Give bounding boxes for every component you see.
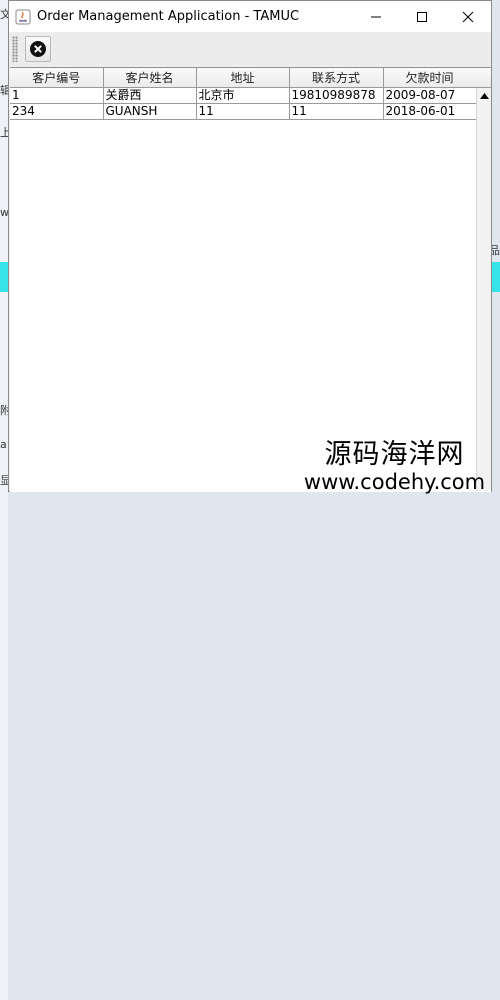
title-bar[interactable]: Order Management Application - TAMUC — [9, 1, 491, 32]
window-title: Order Management Application - TAMUC — [37, 9, 300, 24]
table-header-row: 客户编号 客户姓名 地址 联系方式 欠款时间 — [10, 68, 477, 88]
watermark: 源码海洋网 www.codehy.com — [292, 439, 497, 495]
maximize-icon — [417, 11, 427, 22]
table-cell[interactable]: 19810989878 — [289, 87, 384, 104]
table-cell[interactable]: 2018-06-01 — [383, 103, 477, 120]
column-header-customer-id[interactable]: 客户编号 — [10, 68, 104, 88]
customer-table-scrollpane: 客户编号 客户姓名 地址 联系方式 欠款时间 1 关爵西 北京市 1981098… — [10, 67, 491, 492]
table-cell[interactable]: 1 — [10, 87, 104, 104]
background-text-fragment: a — [0, 438, 7, 451]
background-highlight-right — [492, 262, 500, 292]
toolbar-close-button[interactable] — [25, 36, 51, 62]
toolbar-drag-handle[interactable] — [12, 36, 18, 62]
toolbar — [9, 32, 491, 66]
table-header-corner — [476, 68, 491, 88]
watermark-url: www.codehy.com — [303, 470, 486, 494]
column-header-debt-date[interactable]: 欠款时间 — [383, 68, 477, 88]
vertical-scrollbar[interactable] — [476, 88, 491, 491]
table-cell[interactable]: 北京市 — [196, 87, 290, 104]
background-highlight-left — [0, 262, 8, 292]
minimize-icon — [371, 16, 381, 17]
close-circle-icon — [30, 41, 46, 57]
column-header-address[interactable]: 地址 — [196, 68, 290, 88]
table-row[interactable]: 234 GUANSH 11 11 2018-06-01 — [10, 103, 477, 120]
column-header-customer-name[interactable]: 客户姓名 — [103, 68, 197, 88]
table-cell[interactable]: 11 — [289, 103, 384, 120]
background-app-right-edge — [0, 500, 8, 1000]
column-header-contact[interactable]: 联系方式 — [289, 68, 384, 88]
java-app-icon — [15, 9, 31, 25]
watermark-title: 源码海洋网 — [324, 439, 465, 470]
table-cell[interactable]: 2009-08-07 — [383, 87, 477, 104]
order-management-window: Order Management Application - TAMUC 客户编… — [8, 0, 492, 492]
table-row[interactable]: 1 关爵西 北京市 19810989878 2009-08-07 — [10, 87, 477, 104]
table-cell[interactable]: 234 — [10, 103, 104, 120]
scroll-up-arrow-icon — [480, 93, 489, 99]
close-window-button[interactable] — [445, 1, 491, 32]
customer-table: 客户编号 客户姓名 地址 联系方式 欠款时间 1 关爵西 北京市 1981098… — [10, 68, 477, 120]
table-cell[interactable]: 关爵西 — [103, 87, 197, 104]
close-icon — [462, 11, 474, 22]
maximize-button[interactable] — [399, 1, 445, 32]
table-cell[interactable]: 11 — [196, 103, 290, 120]
background-app-left-edge — [0, 0, 8, 500]
minimize-button[interactable] — [353, 1, 399, 32]
table-cell[interactable]: GUANSH — [103, 103, 197, 120]
scroll-up-button[interactable] — [477, 88, 492, 104]
